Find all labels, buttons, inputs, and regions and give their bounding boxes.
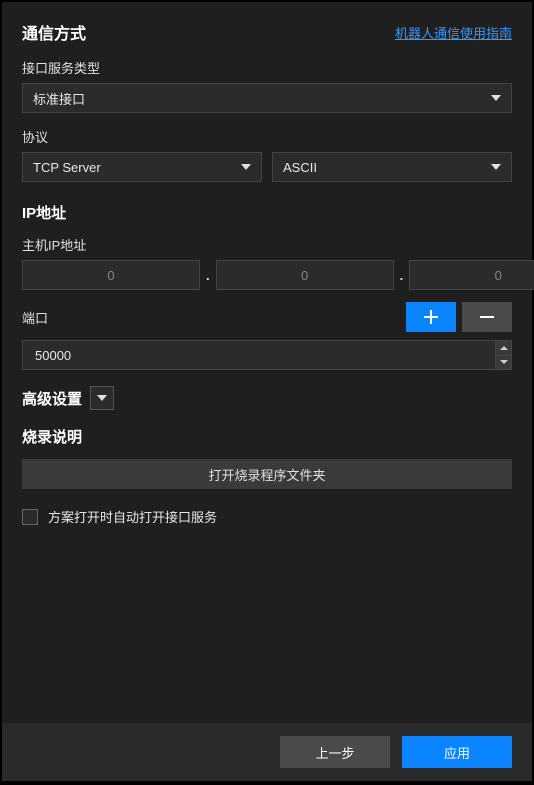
port-step-down[interactable] xyxy=(496,356,511,370)
port-spinner[interactable] xyxy=(22,340,512,370)
interface-type-label: 接口服务类型 xyxy=(22,58,512,77)
chevron-down-icon xyxy=(500,360,508,364)
ip-octet-3 xyxy=(409,260,534,290)
ip-input-row: . . . xyxy=(22,260,512,290)
protocol-label: 协议 xyxy=(22,127,512,146)
burn-title: 烧录说明 xyxy=(22,426,512,447)
dot-separator: . xyxy=(400,268,404,283)
port-label: 端口 xyxy=(22,308,48,327)
ip-section-title: IP地址 xyxy=(22,202,512,223)
advanced-expand-button[interactable] xyxy=(90,386,114,410)
ip-octet-2 xyxy=(216,260,394,290)
advanced-title: 高级设置 xyxy=(22,388,82,409)
port-step-up[interactable] xyxy=(496,341,511,356)
add-port-button[interactable] xyxy=(406,302,456,332)
plus-icon xyxy=(424,310,438,324)
interface-type-select[interactable]: 标准接口 xyxy=(22,83,512,113)
page-title: 通信方式 xyxy=(22,20,86,44)
auto-open-label: 方案打开时自动打开接口服务 xyxy=(48,507,217,526)
chevron-down-icon xyxy=(491,164,501,170)
remove-port-button[interactable] xyxy=(462,302,512,332)
chevron-up-icon xyxy=(500,346,508,350)
guide-link[interactable]: 机器人通信使用指南 xyxy=(395,23,512,42)
ip-octet-1 xyxy=(22,260,200,290)
chevron-down-icon xyxy=(241,164,251,170)
minus-icon xyxy=(480,310,494,324)
dot-separator: . xyxy=(206,268,210,283)
interface-type-value: 标准接口 xyxy=(33,89,85,108)
port-input[interactable] xyxy=(23,341,495,369)
format-select[interactable]: ASCII xyxy=(272,152,512,182)
chevron-down-icon xyxy=(491,95,501,101)
host-ip-label: 主机IP地址 xyxy=(22,235,512,254)
chevron-down-icon xyxy=(97,395,107,401)
prev-button[interactable]: 上一步 xyxy=(280,736,390,768)
transport-select[interactable]: TCP Server xyxy=(22,152,262,182)
format-value: ASCII xyxy=(283,160,317,175)
footer: 上一步 应用 xyxy=(2,723,532,781)
open-burn-folder-button[interactable]: 打开烧录程序文件夹 xyxy=(22,459,512,489)
transport-value: TCP Server xyxy=(33,160,101,175)
auto-open-checkbox[interactable] xyxy=(22,509,38,525)
apply-button[interactable]: 应用 xyxy=(402,736,512,768)
